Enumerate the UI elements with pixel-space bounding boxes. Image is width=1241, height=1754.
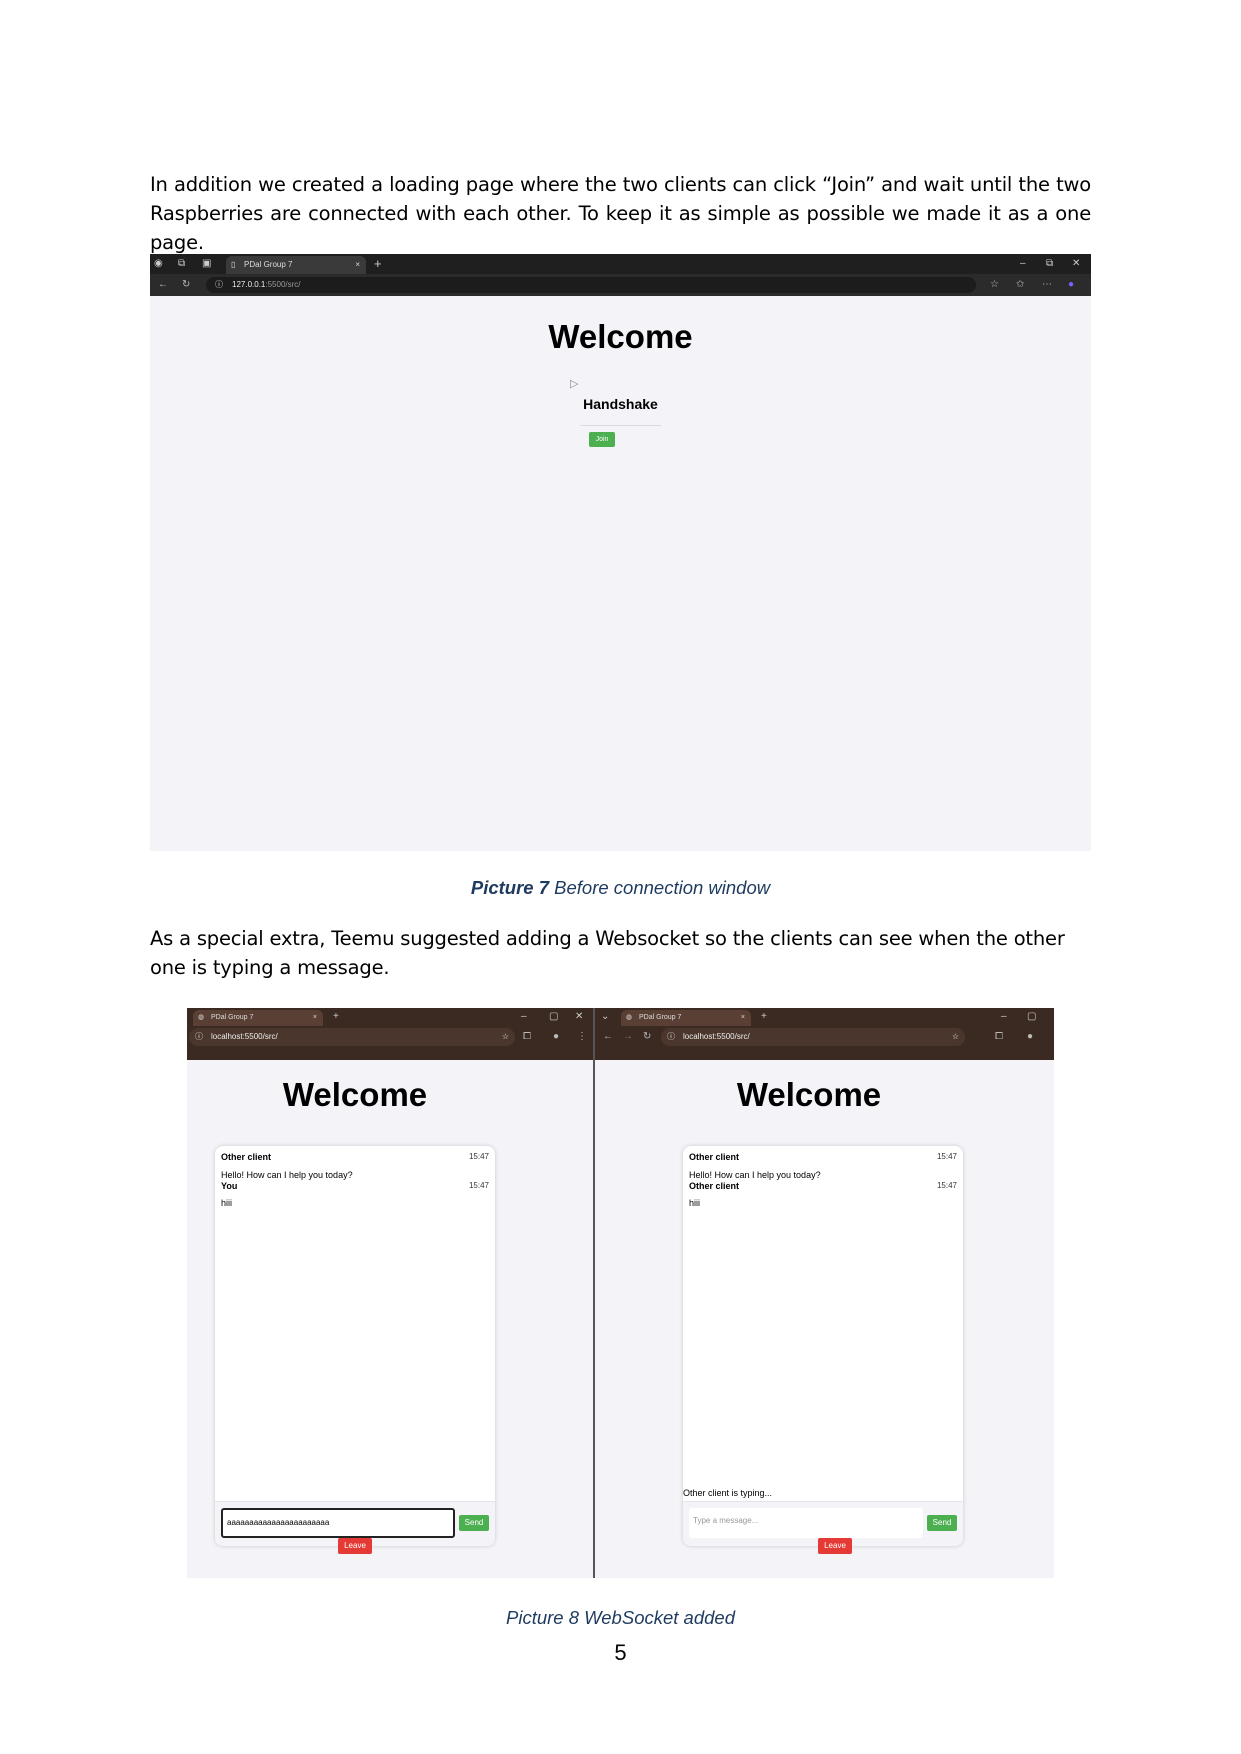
caption-label: Picture 7 (470, 877, 550, 898)
profile-icon[interactable]: ● (1027, 1026, 1033, 1048)
new-tab-icon[interactable]: + (374, 254, 382, 274)
browser-address-bar: ← → ↻ ⓘ localhost:5500/src/ ☆ ⧠ ● (595, 1026, 1054, 1060)
message-time: 15:47 (468, 1181, 489, 1190)
profile-icon[interactable]: ● (553, 1026, 559, 1048)
message-sender: Other client (689, 1152, 740, 1162)
browser-address-bar: ← ↻ ⓘ 127.0.0.1:5500/src/ ☆ ✩ ⋯ ● (150, 274, 1091, 296)
close-icon[interactable]: × (741, 1010, 745, 1026)
window-icon[interactable]: ▣ (202, 254, 211, 274)
info-icon: ⓘ (667, 1032, 675, 1041)
star-icon[interactable]: ☆ (502, 1028, 509, 1046)
send-button[interactable]: Send (927, 1515, 957, 1531)
page-icon: ◍ (198, 1014, 205, 1021)
message-sender: You (221, 1181, 238, 1191)
tab-list-icon[interactable]: ⌄ (601, 1008, 609, 1026)
page-title: Welcome (548, 318, 693, 355)
menu-icon[interactable]: ⋮ (577, 1026, 587, 1048)
url-path: :5500/src/ (265, 280, 301, 289)
page-number: 5 (614, 1640, 627, 1665)
browser-tab[interactable]: ▯ PDal Group 7 × (226, 256, 366, 274)
back-icon[interactable]: ← (158, 274, 168, 296)
url-host: 127.0.0.1 (232, 280, 266, 289)
message-text: hiii (689, 1198, 701, 1208)
message-time: 15:47 (936, 1152, 957, 1161)
message-sender: Other client (689, 1181, 740, 1191)
message-input[interactable]: Type a message... (689, 1508, 923, 1538)
more-icon[interactable]: ⋯ (1042, 274, 1052, 296)
tab-title: PDal Group 7 (211, 1014, 254, 1021)
leave-button[interactable]: Leave (338, 1538, 372, 1554)
close-icon[interactable]: × (313, 1010, 317, 1026)
restore-icon[interactable]: ⧉ (1046, 254, 1053, 274)
restore-icon[interactable]: ▢ (1027, 1008, 1036, 1026)
message-text: Hello! How can I help you today? (689, 1170, 821, 1180)
restore-icon[interactable]: ▢ (549, 1008, 558, 1026)
browser-tab-bar: ⌄ ◍ PDal Group 7 × + – ▢ (595, 1008, 1054, 1026)
url-field[interactable]: ⓘ localhost:5500/src/ ☆ (661, 1028, 965, 1046)
tab-title: PDal Group 7 (639, 1014, 682, 1021)
message-time: 15:47 (936, 1181, 957, 1190)
page-title: Welcome (736, 1076, 882, 1113)
message-input[interactable]: aaaaaaaaaaaaaaaaaaaaaaa (221, 1508, 455, 1538)
tabs-icon[interactable]: ⧉ (178, 254, 185, 274)
tab-title: PDal Group 7 (244, 260, 293, 269)
message-sender: Other client (221, 1152, 272, 1162)
browser-tab-bar: ◉ ⧉ ▣ ▯ PDal Group 7 × + – ⧉ ✕ (150, 254, 1091, 274)
divider (580, 425, 661, 426)
close-window-icon[interactable]: ✕ (575, 1008, 583, 1026)
message-text: hiii (221, 1198, 233, 1208)
star-icon[interactable]: ☆ (952, 1028, 959, 1046)
minimize-icon[interactable]: – (521, 1008, 527, 1026)
extensions-icon[interactable]: ⧠ (523, 1026, 531, 1048)
close-icon[interactable]: × (355, 256, 360, 274)
send-button[interactable]: Send (459, 1515, 489, 1531)
join-button[interactable]: Join (589, 432, 615, 447)
cursor-icon: ▷ (570, 378, 579, 390)
leave-button[interactable]: Leave (818, 1538, 852, 1554)
caption-picture-7: Picture 7 Before connection window (0, 877, 1241, 899)
copilot-icon[interactable]: ● (1068, 274, 1074, 296)
new-tab-icon[interactable]: + (333, 1008, 339, 1026)
page-icon: ▯ (231, 260, 236, 269)
star-icon[interactable]: ☆ (990, 274, 999, 296)
url-field[interactable]: ⓘ 127.0.0.1:5500/src/ (206, 277, 976, 293)
url-text: localhost:5500/src/ (211, 1032, 278, 1041)
profile-icon[interactable]: ◉ (154, 254, 163, 274)
browser-tab[interactable]: ◍ PDal Group 7 × (621, 1010, 751, 1026)
extensions-icon[interactable]: ⧠ (995, 1026, 1003, 1048)
forward-icon[interactable]: → (623, 1026, 633, 1048)
screenshot-before-connection: ◉ ⧉ ▣ ▯ PDal Group 7 × + – ⧉ ✕ ← ↻ ⓘ 127… (150, 254, 1091, 851)
chat-box: Other client 15:47 Hello! How can I help… (215, 1146, 495, 1546)
favorites-icon[interactable]: ✩ (1016, 274, 1024, 296)
browser-tab[interactable]: ◍ PDal Group 7 × (193, 1010, 323, 1026)
caption-text: Before connection window (549, 877, 771, 898)
info-icon: ⓘ (195, 1032, 203, 1041)
message-time: 15:47 (468, 1152, 489, 1161)
browser-pane-left: ◍ PDal Group 7 × + – ▢ ✕ ⓘ localhost:550… (187, 1008, 593, 1578)
message-text: Hello! How can I help you today? (221, 1170, 353, 1180)
screenshot-websocket: ◍ PDal Group 7 × + – ▢ ✕ ⓘ localhost:550… (187, 1008, 1054, 1578)
reload-icon[interactable]: ↻ (182, 274, 190, 296)
browser-address-bar: ⓘ localhost:5500/src/ ☆ ⧠ ● ⋮ (187, 1026, 593, 1060)
url-field[interactable]: ⓘ localhost:5500/src/ ☆ (189, 1028, 515, 1046)
typing-status: Other client is typing... (683, 1488, 773, 1498)
page-title: Welcome (282, 1076, 428, 1113)
paragraph-websocket: As a special extra, Teemu suggested addi… (150, 927, 1065, 979)
caption-picture-8: Picture 8 WebSocket added (506, 1607, 735, 1628)
url-text: localhost:5500/src/ (683, 1032, 750, 1041)
close-window-icon[interactable]: ✕ (1072, 254, 1080, 274)
paragraph-intro: In addition we created a loading page wh… (150, 173, 1091, 254)
minimize-icon[interactable]: – (1020, 254, 1026, 274)
browser-tab-bar: ◍ PDal Group 7 × + – ▢ ✕ (187, 1008, 593, 1026)
back-icon[interactable]: ← (603, 1026, 613, 1048)
handshake-heading: Handshake (583, 396, 658, 412)
info-icon: ⓘ (215, 280, 223, 289)
page-icon: ◍ (626, 1014, 633, 1021)
new-tab-icon[interactable]: + (761, 1008, 767, 1026)
browser-pane-right: ⌄ ◍ PDal Group 7 × + – ▢ ← → ↻ ⓘ localho… (595, 1008, 1054, 1578)
chat-box: Other client 15:47 Hello! How can I help… (683, 1146, 963, 1546)
reload-icon[interactable]: ↻ (643, 1026, 651, 1048)
minimize-icon[interactable]: – (1001, 1008, 1007, 1026)
